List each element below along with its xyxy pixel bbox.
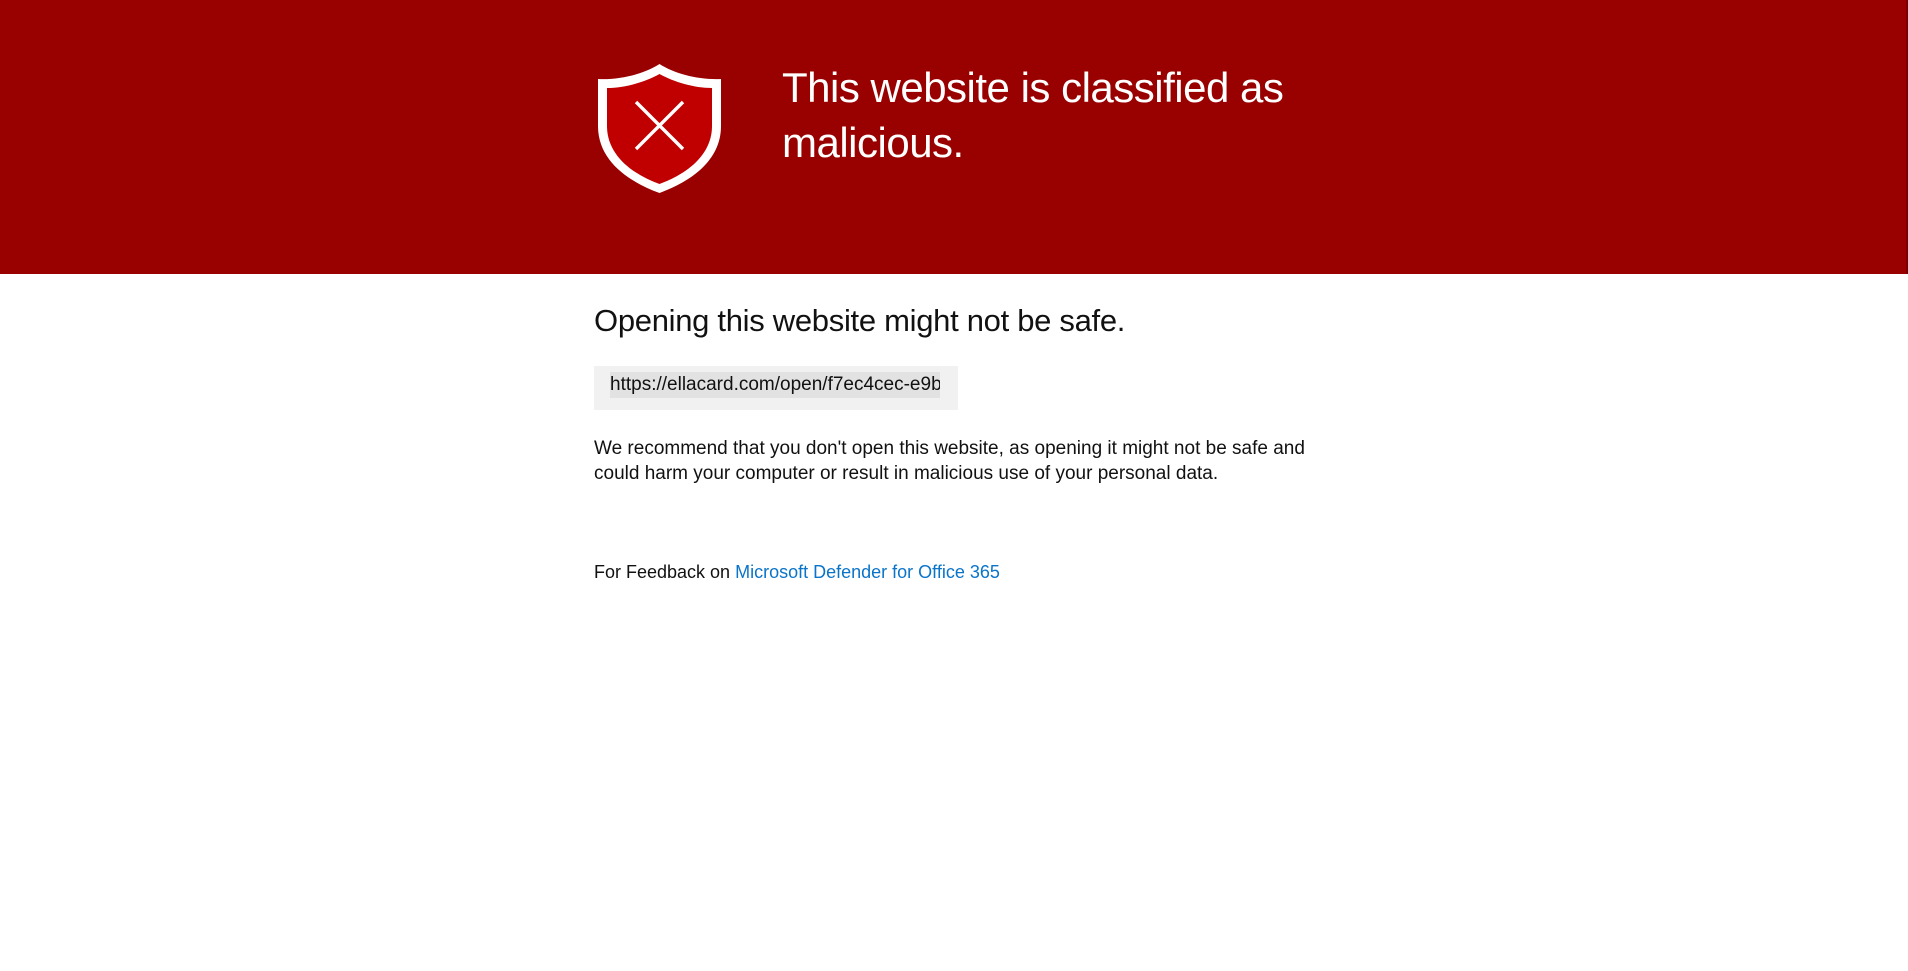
main-content: Opening this website might not be safe. … [594, 296, 1334, 584]
blocked-url-box: https://ellacard.com/open/f7ec4cec-e9b..… [594, 366, 958, 410]
recommendation-text: We recommend that you don't open this we… [594, 438, 1305, 484]
warning-subheading: Opening this website might not be safe. [594, 303, 1126, 338]
blocked-url: https://ellacard.com/open/f7ec4cec-e9b..… [610, 372, 940, 398]
defender-feedback-link[interactable]: Microsoft Defender for Office 365 [735, 562, 1000, 582]
shield-x-icon [594, 60, 725, 197]
warning-banner: This website is classified as malicious. [0, 0, 1908, 274]
feedback-line: For Feedback on Microsoft Defender for O… [594, 560, 1334, 584]
page-title: This website is classified as malicious. [782, 64, 1284, 166]
feedback-prefix: For Feedback on [594, 562, 731, 582]
